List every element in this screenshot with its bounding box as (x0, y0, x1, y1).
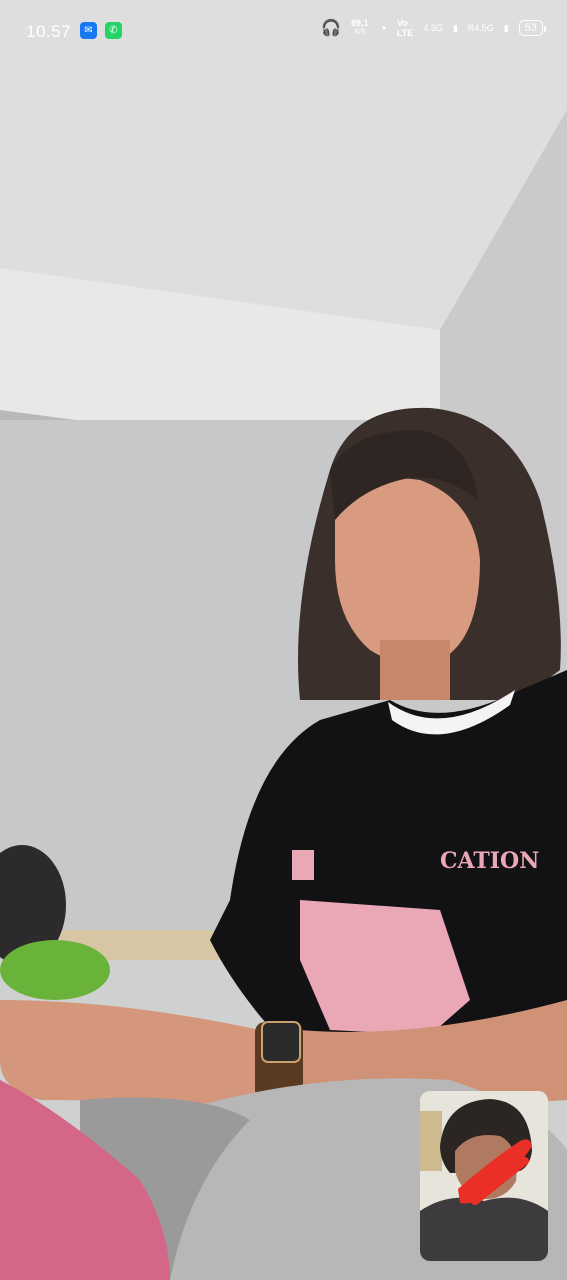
notification-icons: ✉ ✆ (80, 22, 122, 39)
network-speed: 89,1 K/S (350, 18, 369, 37)
sim1-network: 4.5G (423, 23, 443, 33)
remote-video-frame: CATION (0, 0, 567, 1280)
messenger-icon: ✉ (80, 22, 97, 39)
headphones-icon: 🎧 (321, 20, 341, 37)
status-time: 10.57 (26, 22, 72, 41)
volte-indicator: Vo LTE (396, 18, 414, 38)
wifi-icon: ◔ (378, 20, 387, 36)
battery-indicator: 53 (518, 20, 547, 36)
whatsapp-icon: ✆ (105, 22, 122, 39)
status-indicators: 🎧 89,1 K/S ◔ Vo LTE 4.5G ▮ R4.5G ▮ 53 (321, 18, 547, 38)
self-preview-frame (420, 1091, 548, 1261)
remote-video-feed[interactable]: CATION (0, 0, 567, 1280)
signal-icon: ▮ (452, 22, 458, 33)
status-bar: 10.57 ✉ ✆ 🎧 89,1 K/S ◔ Vo LTE 4.5G ▮ R4.… (0, 0, 567, 64)
self-preview-pip[interactable] (420, 1091, 548, 1261)
svg-text:CATION: CATION (440, 848, 539, 874)
sim2-network: R4.5G (467, 23, 494, 33)
signal-icon-2: ▮ (503, 22, 509, 33)
